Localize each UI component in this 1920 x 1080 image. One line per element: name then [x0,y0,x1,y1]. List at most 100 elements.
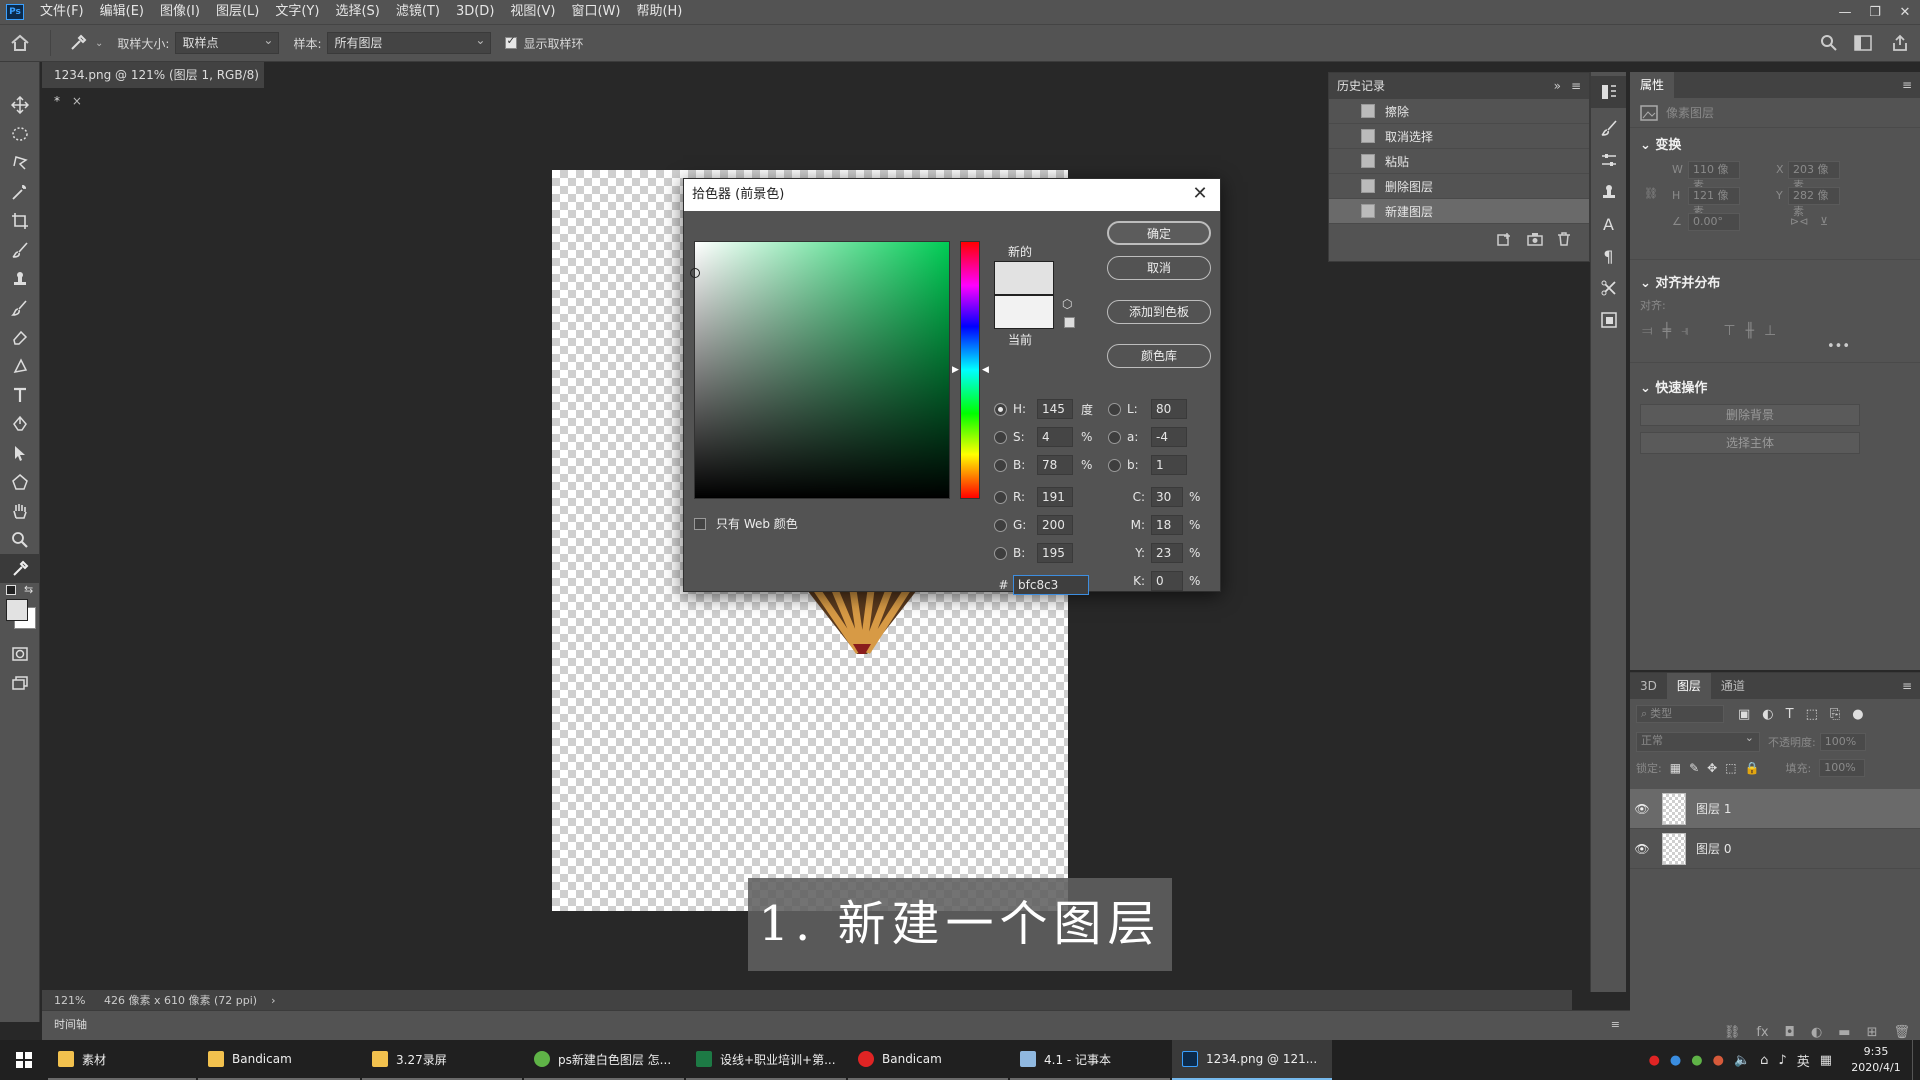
eyedropper-tool-icon[interactable] [0,554,40,583]
shape-tool-icon[interactable] [0,467,40,496]
close-icon[interactable]: ✕ [1186,179,1214,211]
lab-b-field[interactable]: 1 [1151,455,1187,475]
filter-toggle-icon[interactable]: ● [1852,707,1863,722]
x-field[interactable]: 203 像素 [1788,161,1840,192]
y-field[interactable]: 23 [1151,543,1183,563]
lock-all-icon[interactable]: 🔒 [1745,761,1760,775]
brush-tool-icon[interactable] [0,235,40,264]
taskbar-item[interactable]: Bandicam [198,1040,360,1080]
ok-button[interactable]: 确定 [1107,221,1211,245]
history-item[interactable]: 擦除 [1329,99,1589,124]
r-field[interactable]: 191 [1037,487,1073,507]
align-vcenter-icon[interactable]: ╫ [1746,323,1754,339]
timeline-label[interactable]: 时间轴 [54,1018,87,1031]
lock-position-icon[interactable]: ✥ [1707,761,1717,775]
menu-filter[interactable]: 滤镜(T) [388,0,448,24]
s-field[interactable]: 4 [1037,427,1073,447]
camera-icon[interactable] [1527,232,1543,246]
cancel-button[interactable]: 取消 [1107,256,1211,280]
menu-3d[interactable]: 3D(D) [448,0,502,24]
menu-edit[interactable]: 编辑(E) [92,0,152,24]
sample-select[interactable]: 所有图层 [327,30,492,54]
library-icon[interactable] [1591,304,1626,336]
clone-source-icon[interactable] [1591,176,1626,208]
eye-icon[interactable]: 👁 [1630,842,1654,856]
ime-indicator[interactable]: 英 [1797,1051,1810,1070]
share-icon[interactable] [1880,34,1920,52]
filter-shape-icon[interactable]: ⬚ [1806,707,1818,722]
lasso-tool-icon[interactable] [0,148,40,177]
color-libraries-button[interactable]: 颜色库 [1107,344,1211,368]
h-field[interactable]: 145 [1037,399,1073,419]
link-layers-icon[interactable]: ⛓ [1724,1025,1741,1040]
stamp-tool-icon[interactable] [0,264,40,293]
menu-type[interactable]: 文字(Y) [267,0,327,24]
add-mask-icon[interactable]: ◘ [1785,1025,1795,1040]
marquee-tool-icon[interactable] [0,119,40,148]
hue-slider-left-arrow-icon[interactable]: ▶ [952,365,959,375]
a-radio[interactable] [1108,430,1121,444]
web-safe-color-icon[interactable] [1064,317,1075,328]
filter-smart-object-icon[interactable]: ⎘ [1830,707,1840,722]
tab-layers[interactable]: 图层 [1666,673,1711,699]
hand-tool-icon[interactable] [0,496,40,525]
a-field[interactable]: -4 [1151,427,1187,447]
web-only-checkbox[interactable] [694,517,706,530]
g-radio[interactable] [994,518,1007,532]
sample-size-select[interactable]: 取样点 [175,30,280,54]
workspace-icon[interactable] [1846,35,1880,51]
volume-mute-icon[interactable]: 🔈 [1734,1053,1750,1068]
restore-icon[interactable]: ❐ [1860,0,1890,24]
current-color-swatch[interactable] [994,295,1054,329]
r-radio[interactable] [994,490,1007,504]
b-radio[interactable] [994,458,1007,472]
start-icon[interactable] [0,1040,48,1080]
select-subject-button[interactable]: 选择主体 [1640,432,1860,454]
close-icon[interactable]: ✕ [1890,0,1920,24]
brush-settings-icon[interactable] [1591,112,1626,144]
show-ring-checkbox[interactable] [505,34,518,49]
h-radio[interactable] [994,402,1007,416]
align-right-icon[interactable]: ⫣ [1681,323,1689,339]
layer-kind-filter[interactable]: ⌕ 类型 [1636,705,1724,723]
paragraph-panel-icon[interactable]: ¶ [1591,240,1626,272]
collapse-icon[interactable]: » [1554,73,1561,99]
lock-artboard-icon[interactable]: ⬚ [1725,761,1736,775]
home-icon[interactable] [0,34,40,52]
search-icon[interactable] [1812,34,1846,52]
remove-background-button[interactable]: 删除背景 [1640,404,1860,426]
align-left-icon[interactable]: ⫤ [1642,323,1653,339]
taskbar-item[interactable]: 3.27录屏 [362,1040,522,1080]
adjustment-layer-icon[interactable]: ◐ [1811,1025,1822,1040]
flip-horizontal-icon[interactable]: ⊳⊲ [1790,215,1808,228]
layer-name[interactable]: 图层 0 [1696,840,1731,857]
zoom-level[interactable]: 121% [42,994,90,1007]
l-field[interactable]: 80 [1151,399,1187,419]
crop-tool-icon[interactable] [0,206,40,235]
magic-wand-tool-icon[interactable] [0,177,40,206]
taskbar-item[interactable]: ps新建白色图层 怎... [524,1040,684,1080]
dialog-title-bar[interactable]: 拾色器 (前景色) ✕ [684,179,1220,211]
angle-field[interactable]: 0.00° [1688,213,1740,231]
menu-window[interactable]: 窗口(W) [563,0,628,24]
k-field[interactable]: 0 [1151,571,1183,591]
width-field[interactable]: 110 像素 [1688,161,1740,192]
swap-colors-icon[interactable]: ⇆ [24,583,33,596]
g-field[interactable]: 200 [1037,515,1073,535]
eraser-tool-icon[interactable] [0,322,40,351]
taskbar-item[interactable]: 4.1 - 记事本 [1010,1040,1170,1080]
saturation-brightness-field[interactable] [690,241,950,499]
delete-layer-icon[interactable]: 🗑 [1893,1025,1910,1040]
timeline-menu-icon[interactable]: ≡ [1611,1011,1620,1039]
record-tray-icon[interactable]: ● [1649,1053,1660,1068]
hex-field[interactable]: bfc8c3 [1013,575,1089,595]
lock-transparent-icon[interactable]: ▦ [1670,761,1681,775]
link-icon[interactable]: ⛓ [1644,187,1658,200]
app-tray-icon[interactable]: ● [1713,1053,1724,1068]
transform-section-title[interactable]: ⌄ 变换 [1630,128,1920,159]
filter-adjustment-icon[interactable]: ◐ [1762,707,1773,722]
m-field[interactable]: 18 [1151,515,1183,535]
panel-menu-icon[interactable]: ≡ [1902,72,1912,98]
panel-menu-icon[interactable]: ≡ [1902,673,1912,699]
align-bottom-icon[interactable]: ⊥ [1764,323,1776,339]
